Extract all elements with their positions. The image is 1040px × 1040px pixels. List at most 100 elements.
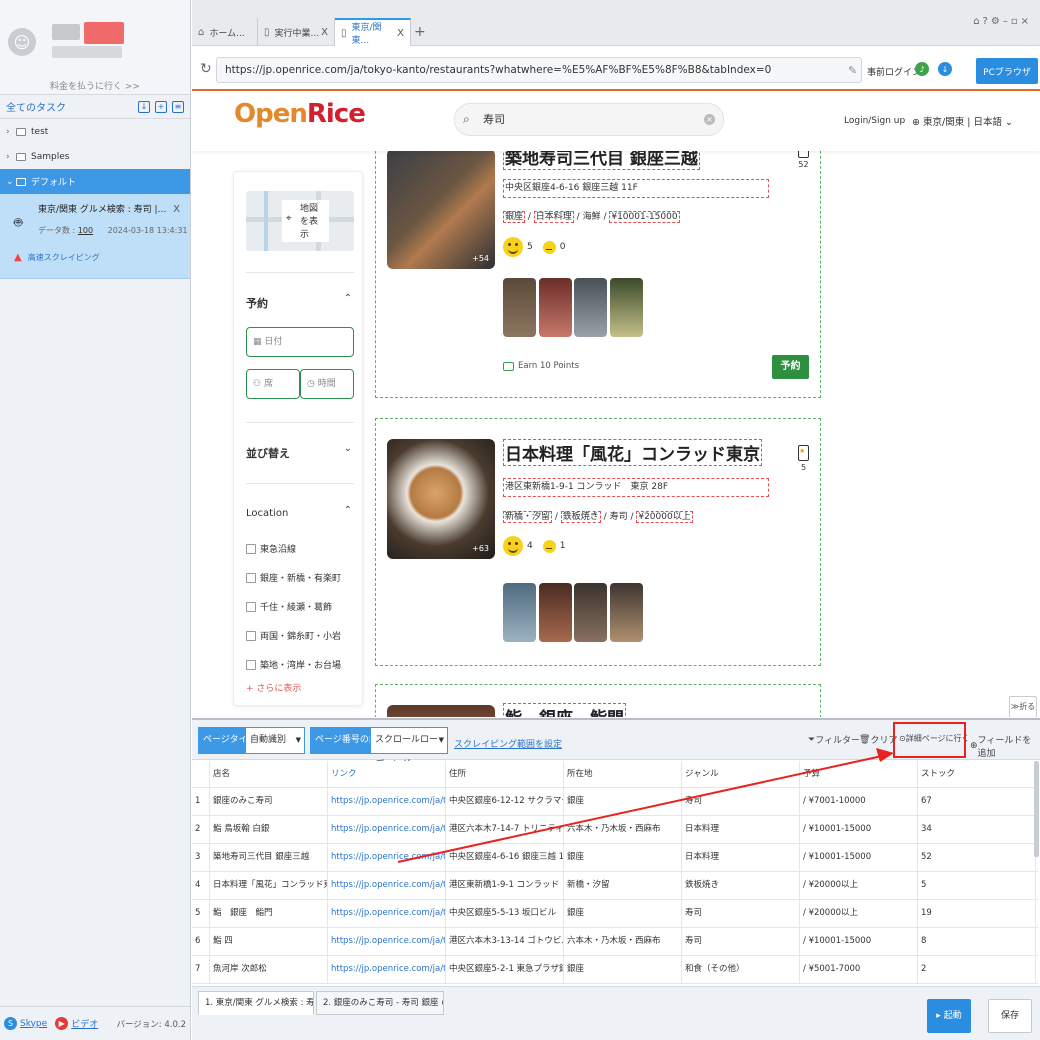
avatar[interactable]: ☺ [8, 28, 36, 56]
column-budget-cell[interactable]: / ¥20000以上 [800, 872, 918, 899]
openrice-logo[interactable]: OpenRice [234, 99, 366, 129]
import-icon[interactable]: ↓ [138, 100, 150, 113]
column-location-cell[interactable]: 銀座 [564, 844, 682, 871]
column-genre-header[interactable]: ジャンル [682, 761, 800, 787]
checkbox[interactable] [246, 543, 256, 554]
close-icon[interactable]: X [321, 27, 328, 38]
restaurant-photo[interactable]: +54 [387, 149, 495, 269]
restaurant-photo[interactable]: +63 [387, 439, 495, 559]
thumbnail[interactable] [574, 278, 607, 337]
tag[interactable]: ¥20000以上 [636, 511, 693, 523]
time-input[interactable]: ◷ 時間 [300, 369, 354, 399]
column-location-cell[interactable]: 六本木・乃木坂・西麻布 [564, 816, 682, 843]
tab-running[interactable]: ▯ 実行中業... X [258, 18, 335, 46]
clear-button[interactable]: 🗑︎ クリア [859, 733, 897, 747]
tag[interactable]: 銀座 [503, 211, 526, 223]
search-input[interactable]: ⌕ 寿司 × [454, 103, 724, 136]
column-name-cell[interactable]: 鮨 鳥坂翰 白銀 [210, 816, 328, 843]
column-budget-header[interactable]: 予算 [800, 761, 918, 787]
row-index-header[interactable] [192, 761, 210, 787]
column-genre-cell[interactable]: 寿司 [682, 928, 800, 955]
map-thumbnail[interactable]: ⌖ 地図を表示 [246, 191, 354, 251]
scraper-icon[interactable]: ↓ [938, 62, 952, 76]
thumbnail[interactable] [609, 278, 643, 337]
column-stock-cell[interactable]: 67 [918, 788, 1036, 815]
save-button[interactable]: 保存 [988, 999, 1032, 1033]
restaurant-name[interactable]: 鮨 銀座 鮨門 [503, 703, 626, 717]
minimize-icon[interactable]: – [1003, 16, 1011, 27]
column-location-cell[interactable]: 銀座 [564, 788, 682, 815]
column-genre-cell[interactable]: 鉄板焼き [682, 872, 800, 899]
collapse-button[interactable]: ≫折る [1009, 696, 1037, 717]
column-link-header[interactable]: リンク [328, 761, 446, 787]
column-name-cell[interactable]: 日本料理「風花」コンラッド東京 [210, 872, 328, 899]
column-address-header[interactable]: 住所 [446, 761, 564, 787]
paging-select[interactable]: スクロールローディング ▼ [370, 727, 448, 770]
row-index-cell[interactable]: 1 [192, 788, 210, 815]
maximize-icon[interactable]: ▫ [1011, 16, 1021, 27]
thumbnail[interactable] [538, 583, 572, 642]
task-title[interactable]: 東京/関東 グルメ検索 : 寿司 | OpenRice 日... [38, 202, 168, 215]
location-option[interactable]: 両国・錦糸町・小岩 [246, 629, 341, 642]
table-row[interactable]: 5鮨 銀座 鮨門https://jp.openrice.com/ja/tokyo… [192, 900, 1038, 928]
column-genre-cell[interactable]: 日本料理 [682, 844, 800, 871]
data-tab-1[interactable]: 1. 東京/関東 グルメ検索 : 寿司 | O... [198, 991, 314, 1015]
checkbox[interactable] [246, 659, 256, 670]
tag[interactable]: 海鮮 [583, 212, 601, 222]
table-row[interactable]: 6鮨 四https://jp.openrice.com/ja/tokyo-kan… [192, 928, 1038, 956]
chevron-up-icon[interactable]: ⌃ [344, 505, 352, 516]
location-option[interactable]: 東急沿線 [246, 542, 296, 555]
column-location-cell[interactable]: 六本木・乃木坂・西麻布 [564, 928, 682, 955]
column-link-cell[interactable]: https://jp.openrice.com/ja/tokyo-kant... [328, 956, 446, 983]
scrape-range-link[interactable]: スクレイピング範囲を設定 [454, 737, 562, 750]
add-field-button[interactable]: ⊕ フィールドを追加 [970, 733, 1040, 759]
task-list-icon[interactable]: ≡ [172, 100, 184, 113]
column-name-cell[interactable]: 鮨 銀座 鮨門 [210, 900, 328, 927]
tab-openrice[interactable]: ▯ 東京/関東... X [335, 18, 411, 46]
chevron-down-icon[interactable]: ⌄ [6, 177, 16, 187]
column-location-cell[interactable]: 銀座 [564, 900, 682, 927]
column-link-cell[interactable]: https://jp.openrice.com/ja/tokyo-kant... [328, 844, 446, 871]
page-type-select[interactable]: 自動識別 ▼ [245, 727, 305, 754]
column-budget-cell[interactable]: / ¥7001-10000 [800, 788, 918, 815]
column-stock-cell[interactable]: 52 [918, 844, 1036, 871]
chevron-right-icon[interactable]: › [6, 152, 16, 162]
column-link-cell[interactable]: https://jp.openrice.com/ja/tokyo-kant... [328, 788, 446, 815]
edit-icon[interactable]: ✎ [848, 64, 857, 77]
date-input[interactable]: ▦ 日付 [246, 327, 354, 357]
login-link[interactable]: Login/Sign up [844, 116, 905, 126]
column-name-cell[interactable]: 銀座のみこ寿司 [210, 788, 328, 815]
column-budget-cell[interactable]: / ¥10001-15000 [800, 928, 918, 955]
tree-item-test[interactable]: › test [0, 119, 190, 144]
close-icon[interactable]: X [173, 204, 180, 215]
column-address-cell[interactable]: 港区六本木3-13-14 ゴトウビルディ... [446, 928, 564, 955]
tag[interactable]: 寿司 [610, 512, 628, 522]
column-name-cell[interactable]: 鮨 四 [210, 928, 328, 955]
run-button[interactable]: ▸ 起動 [927, 999, 971, 1033]
chevron-up-icon[interactable]: ⌃ [344, 293, 352, 304]
thumbnail[interactable] [503, 278, 536, 337]
bookmark[interactable]: 5 [798, 445, 809, 472]
video-link[interactable]: ビデオ [71, 1017, 98, 1030]
row-index-cell[interactable]: 6 [192, 928, 210, 955]
column-address-cell[interactable]: 港区六本木7-14-7 トリニティビル B... [446, 816, 564, 843]
thumbnail[interactable] [609, 583, 643, 642]
restaurant-photo[interactable] [387, 705, 495, 717]
table-row[interactable]: 4 日本料理「風花」コンラッド東京 https://jp.openrice.com/… [192, 872, 1038, 900]
column-address-cell[interactable]: 中央区銀座5-2-1 東急プラザ銀座11-C [446, 956, 564, 983]
column-budget-cell[interactable]: / ¥10001-15000 [800, 844, 918, 871]
column-name-cell[interactable]: 築地寿司三代目 銀座三越 [210, 844, 328, 871]
thumbnail[interactable] [503, 583, 536, 642]
column-address-cell[interactable]: 中央区銀座4-6-16 銀座三越 11F [446, 844, 564, 871]
pay-link[interactable]: 料金を払うに行く >> [0, 79, 190, 92]
tree-item-samples[interactable]: › Samples [0, 144, 190, 169]
extension-icon[interactable]: ♪ [915, 62, 929, 76]
checkbox[interactable] [246, 630, 256, 641]
column-genre-cell[interactable]: 寿司 [682, 900, 800, 927]
pc-browser-button[interactable]: PCブラウザ [976, 58, 1038, 84]
row-index-cell[interactable]: 4 [192, 872, 210, 899]
skype-icon[interactable]: S [4, 1017, 17, 1030]
url-input[interactable]: https://jp.openrice.com/ja/tokyo-kanto/r… [216, 57, 862, 83]
table-row[interactable]: 3 築地寿司三代目 銀座三越 https://jp.openrice.com/ja/… [192, 844, 1038, 872]
gear-icon[interactable]: ⚙ [991, 16, 1003, 27]
